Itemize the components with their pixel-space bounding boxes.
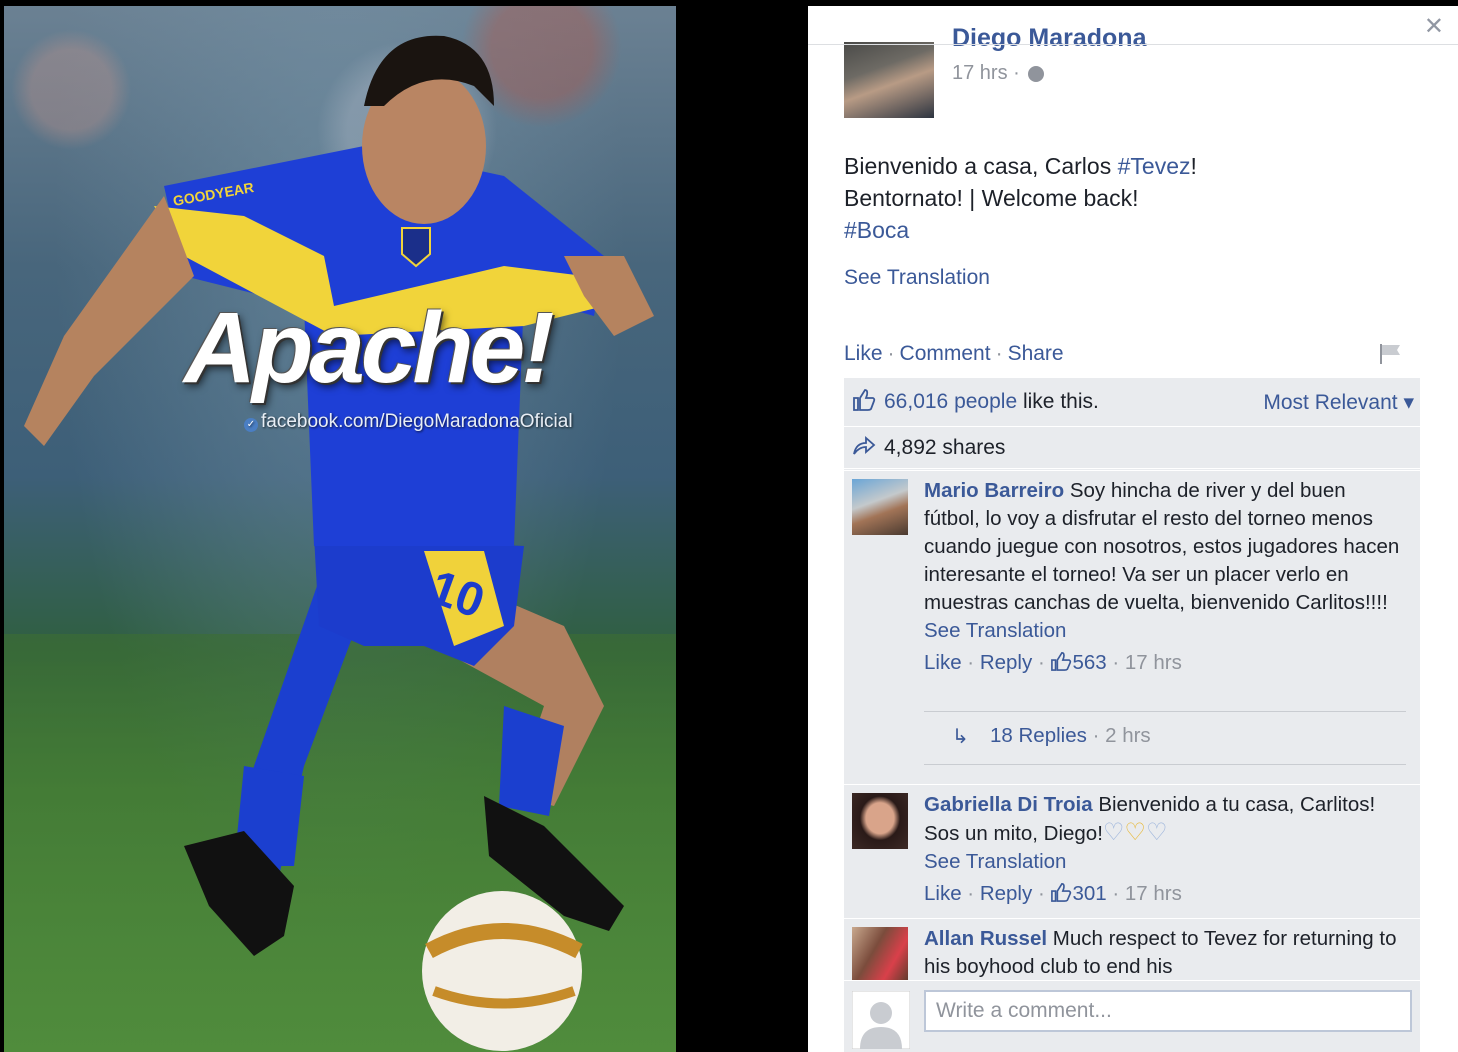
post-actions: Like · Comment · Share [844, 342, 1064, 366]
sort-dropdown[interactable]: Most Relevant ▾ [1263, 390, 1414, 415]
see-translation-link[interactable]: See Translation [844, 266, 990, 290]
post-text: Bienvenido a casa, Carlos #Tevez! Bentor… [844, 150, 1197, 246]
likes-summary: 66,016 people like this. Most Relevant ▾ [844, 378, 1420, 427]
heart-emoji-icons: ♡♡♡ [1102, 819, 1168, 846]
comment-body: Gabriella Di Troia Bienvenido a tu casa,… [924, 791, 1404, 908]
comment-input[interactable]: Write a comment... [924, 990, 1412, 1032]
post-detail-panel: Diego Maradona ✕ 17 hrs · Bienvenido a c… [808, 6, 1458, 1052]
flag-icon[interactable] [1378, 342, 1402, 366]
chevron-down-icon: ▾ [1397, 391, 1414, 414]
commenter-name[interactable]: Mario Barreiro [924, 479, 1064, 502]
comment-time[interactable]: 17 hrs [1125, 651, 1182, 674]
comment-meta: Like · Reply · 563 · 17 hrs [924, 651, 1182, 674]
post-line2: Bentornato! | Welcome back! [844, 185, 1139, 211]
share-link[interactable]: Share [1008, 342, 1064, 365]
replies-time: 2 hrs [1105, 724, 1151, 747]
comment-meta: Like · Reply · 301 · 17 hrs [924, 882, 1182, 905]
share-arrow-icon [853, 436, 876, 455]
comment-composer: Write a comment... [844, 980, 1420, 1052]
comment-see-translation[interactable]: See Translation [924, 848, 1404, 876]
photo-watermark: ✓ facebook.com/DiegoMaradonaOficial [244, 411, 573, 433]
comment-like-count[interactable]: 301 [1050, 882, 1107, 905]
comment-link[interactable]: Comment [900, 342, 991, 365]
post-line1-suffix: ! [1190, 153, 1197, 179]
post-photo[interactable]: 10 GOODYEAR Apache! ✓ facebook.com/DiegoM… [4, 6, 676, 1052]
comment-body: Allan Russel Much respect to Tevez for r… [924, 925, 1404, 981]
like-count-number[interactable]: 301 [1072, 882, 1106, 905]
comment-like-link[interactable]: Like [924, 651, 962, 674]
post-line1: Bienvenido a casa, Carlos [844, 153, 1118, 179]
hashtag-boca[interactable]: #Boca [844, 214, 1197, 246]
post-time-text[interactable]: 17 hrs · [952, 62, 1020, 84]
comment-item: Gabriella Di Troia Bienvenido a tu casa,… [844, 784, 1420, 917]
comment-time[interactable]: 17 hrs [1125, 882, 1182, 905]
comment-like-link[interactable]: Like [924, 882, 962, 905]
commenter-avatar[interactable] [852, 793, 908, 849]
comment-like-count[interactable]: 563 [1050, 651, 1107, 674]
shares-summary: 4,892 shares [844, 424, 1420, 469]
likes-suffix: like this. [1017, 390, 1099, 413]
reply-arrow-icon: ↳ [952, 726, 969, 748]
commenter-avatar[interactable] [852, 479, 908, 535]
comment-see-translation[interactable]: See Translation [924, 617, 1404, 645]
shares-count-link[interactable]: 4,892 shares [884, 436, 1005, 460]
panel-top-bar: ✕ [808, 6, 1458, 45]
commenter-name[interactable]: Gabriella Di Troia [924, 793, 1093, 816]
comment-item: Allan Russel Much respect to Tevez for r… [844, 918, 1420, 981]
close-icon[interactable]: ✕ [1424, 12, 1444, 41]
comments-area: 66,016 people like this. Most Relevant ▾… [844, 378, 1420, 1052]
commenter-avatar[interactable] [852, 927, 908, 981]
thumbs-up-icon [1051, 651, 1072, 671]
comment-reply-link[interactable]: Reply [980, 882, 1032, 905]
photo-overlay-title: Apache! [184, 292, 555, 404]
verified-check-icon: ✓ [244, 418, 258, 432]
globe-icon [1027, 65, 1044, 82]
like-count-number[interactable]: 563 [1072, 651, 1106, 674]
comment-body: Mario Barreiro Soy hincha de river y del… [924, 477, 1404, 677]
author-avatar[interactable] [844, 42, 934, 118]
commenter-name[interactable]: Allan Russel [924, 927, 1047, 950]
replies-toggle[interactable]: ↳ 18 Replies · 2 hrs [924, 711, 1406, 765]
thumbs-up-icon [1051, 882, 1072, 902]
replies-count-link[interactable]: 18 Replies [990, 724, 1087, 747]
watermark-text: facebook.com/DiegoMaradonaOficial [261, 411, 573, 432]
football-player-illustration: 10 GOODYEAR [24, 35, 654, 1051]
thumbs-up-icon [853, 389, 876, 411]
post-timestamp[interactable]: 17 hrs · [952, 62, 1044, 85]
comment-reply-link[interactable]: Reply [980, 651, 1032, 674]
sort-label[interactable]: Most Relevant [1263, 391, 1397, 414]
likes-count-link[interactable]: 66,016 people [884, 390, 1017, 413]
separator: · [887, 342, 895, 365]
comment-item: Mario Barreiro Soy hincha de river y del… [844, 470, 1420, 785]
separator: · [995, 342, 1003, 365]
like-link[interactable]: Like [844, 342, 883, 365]
hashtag-tevez[interactable]: #Tevez [1118, 153, 1191, 179]
default-user-avatar-icon [852, 991, 910, 1049]
